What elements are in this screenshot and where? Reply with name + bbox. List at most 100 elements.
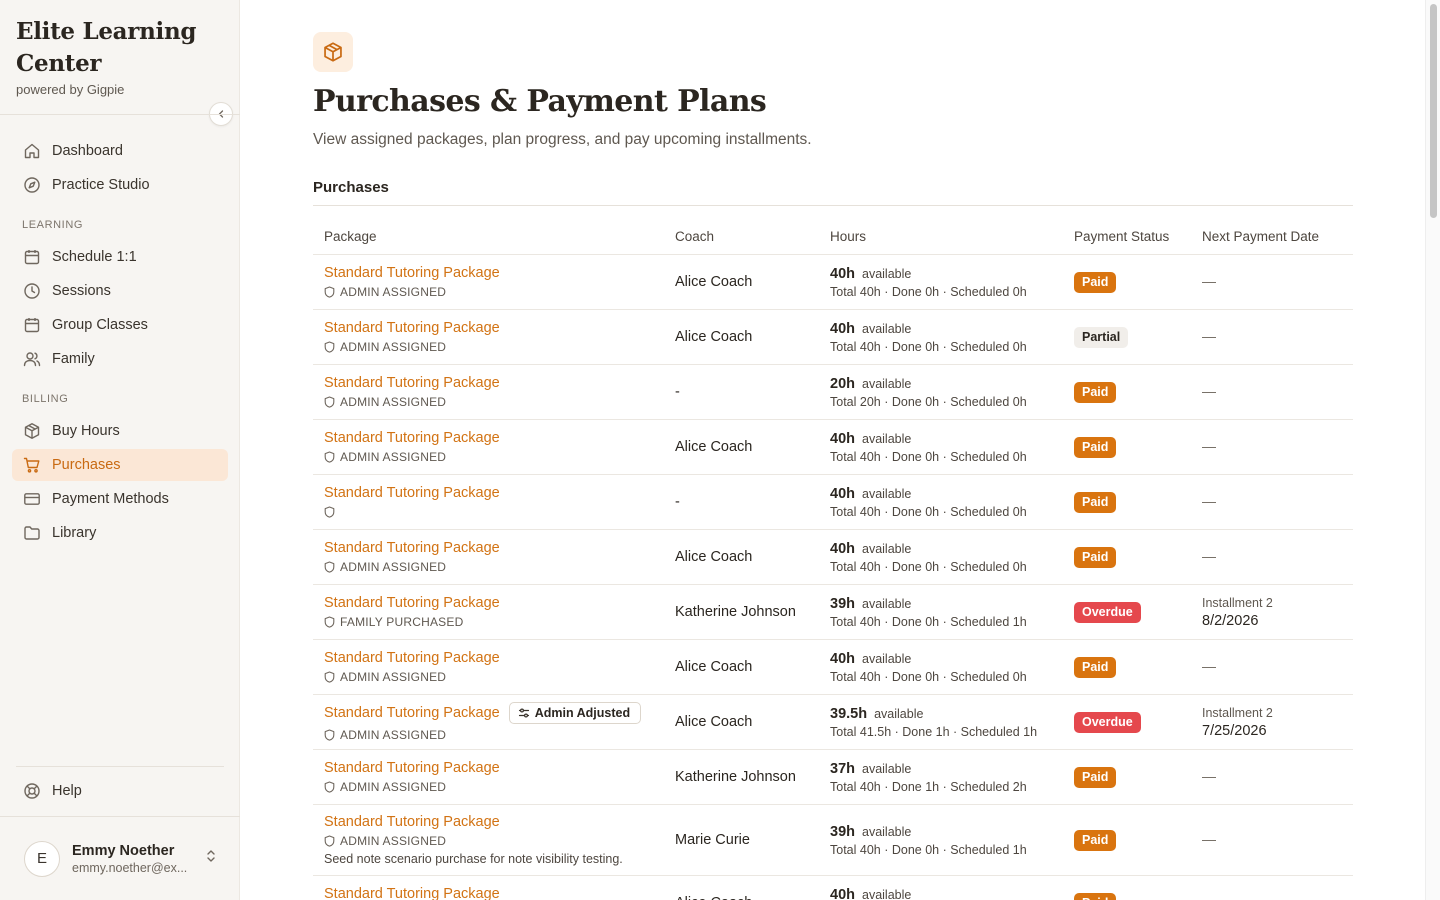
- package-source-label: ADMIN ASSIGNED: [340, 727, 447, 742]
- table-row[interactable]: Standard Tutoring Package ADMIN ASSIGNED…: [313, 876, 1353, 900]
- package-link[interactable]: Standard Tutoring Package: [324, 375, 500, 391]
- coach-cell: Katherine Johnson: [675, 769, 796, 785]
- table-row[interactable]: Standard Tutoring Package ADMIN ASSIGNED…: [313, 750, 1353, 805]
- package-link[interactable]: Standard Tutoring Package: [324, 430, 500, 446]
- table-row[interactable]: Standard Tutoring Package ADMIN ASSIGNED…: [313, 365, 1353, 420]
- package-cell: Standard Tutoring Package ADMIN ASSIGNED: [313, 375, 675, 409]
- table-row[interactable]: Standard Tutoring Package FAMILY PURCHAS…: [313, 585, 1353, 640]
- hours-available-line: 39.5h available: [830, 706, 1074, 722]
- hours-available-label: available: [874, 706, 924, 721]
- package-source: ADMIN ASSIGNED: [324, 833, 675, 848]
- hours-available-line: 40h available: [830, 266, 1074, 282]
- brand: Elite Learning Center powered by Gigpie: [16, 16, 216, 97]
- table-row[interactable]: Standard Tutoring Package ADMIN ASSIGNED…: [313, 310, 1353, 365]
- status-badge: Paid: [1074, 271, 1117, 293]
- sidebar-item-group-classes[interactable]: Group Classes: [12, 309, 228, 341]
- scrollbar-thumb[interactable]: [1430, 4, 1437, 218]
- sidebar-item-family[interactable]: Family: [12, 343, 228, 375]
- table-row[interactable]: Standard Tutoring Package ADMIN ASSIGNED…: [313, 255, 1353, 310]
- package-link[interactable]: Standard Tutoring Package: [324, 760, 500, 776]
- package-icon: [22, 421, 42, 441]
- admin-adjusted-label: Admin Adjusted: [534, 706, 631, 720]
- sidebar-item-sessions[interactable]: Sessions: [12, 275, 228, 307]
- coach-cell: Alice Coach: [675, 659, 753, 675]
- hours-cell: 40h available Total 40h · Done 0h · Sche…: [830, 431, 1074, 464]
- hours-available-label: available: [862, 266, 912, 281]
- package-cell: Standard Tutoring Package ADMIN ASSIGNED: [313, 430, 675, 464]
- scrollbar[interactable]: [1425, 0, 1440, 900]
- hours-available-label: available: [862, 321, 912, 336]
- hours-available: 37h: [830, 760, 855, 777]
- help-section: Help: [12, 775, 228, 809]
- sidebar-item-practice-studio[interactable]: Practice Studio: [12, 169, 228, 201]
- hours-available-label: available: [862, 596, 912, 611]
- package-source-label: ADMIN ASSIGNED: [340, 559, 447, 574]
- section-title: Purchases: [313, 179, 389, 196]
- package-link[interactable]: Standard Tutoring Package: [324, 595, 500, 611]
- hours-detail: Total 40h · Done 0h · Scheduled 0h: [830, 669, 1027, 684]
- home-icon: [22, 141, 42, 161]
- sidebar-item-schedule[interactable]: Schedule 1:1: [12, 241, 228, 273]
- table-row[interactable]: Standard Tutoring Package - 40h availabl…: [313, 475, 1353, 530]
- table-row[interactable]: Standard Tutoring Package ADMIN ASSIGNED…: [313, 420, 1353, 475]
- user-menu[interactable]: E Emmy Noether emmy.noether@ex...: [0, 816, 240, 900]
- package-line: Standard Tutoring Package: [324, 886, 675, 900]
- package-link[interactable]: Standard Tutoring Package: [324, 485, 500, 501]
- package-cell: Standard Tutoring Package: [313, 485, 675, 519]
- table-row[interactable]: Standard Tutoring Package ADMIN ASSIGNED…: [313, 640, 1353, 695]
- sidebar-item-payment-methods[interactable]: Payment Methods: [12, 483, 228, 515]
- user-name: Emmy Noether: [72, 842, 175, 859]
- coach-cell: Alice Coach: [675, 439, 753, 455]
- hours-cell: 39h available Total 40h · Done 0h · Sche…: [830, 824, 1074, 857]
- next-payment-date: —: [1202, 328, 1216, 344]
- hours-available: 39.5h: [830, 705, 868, 722]
- package-link[interactable]: Standard Tutoring Package: [324, 265, 500, 281]
- package-link[interactable]: Standard Tutoring Package: [324, 705, 500, 721]
- sidebar-item-help[interactable]: Help: [12, 775, 228, 807]
- sidebar-item-label: Family: [52, 351, 95, 367]
- column-header-coach: Coach: [675, 228, 715, 244]
- hours-cell: 40h available Total 40h · Done 0h · Sche…: [830, 651, 1074, 684]
- chevrons-up-down-icon[interactable]: [204, 848, 218, 869]
- sidebar-item-buy-hours[interactable]: Buy Hours: [12, 415, 228, 447]
- sidebar-item-purchases[interactable]: Purchases: [12, 449, 228, 481]
- hours-available-label: available: [862, 486, 912, 501]
- sidebar-divider: [0, 114, 240, 115]
- sidebar-item-dashboard[interactable]: Dashboard: [12, 135, 228, 167]
- users-icon: [22, 349, 42, 369]
- package-link[interactable]: Standard Tutoring Package: [324, 320, 500, 336]
- package-line: Standard Tutoring Package: [324, 595, 675, 611]
- hours-cell: 40h available Total 40h · Done 0h · Sche…: [830, 321, 1074, 354]
- next-payment-date: —: [1202, 383, 1216, 399]
- hours-detail: Total 40h · Done 1h · Scheduled 2h: [830, 779, 1027, 794]
- package-link[interactable]: Standard Tutoring Package: [324, 650, 500, 666]
- hours-cell: 39.5h available Total 41.5h · Done 1h · …: [830, 706, 1074, 739]
- sidebar-item-label: Payment Methods: [52, 491, 169, 507]
- status-badge: Paid: [1074, 766, 1117, 788]
- table-row[interactable]: Standard Tutoring Package ADMIN ASSIGNED…: [313, 530, 1353, 585]
- status-cell: Paid: [1074, 656, 1202, 678]
- package-source-label: FAMILY PURCHASED: [340, 614, 464, 629]
- sidebar: Elite Learning Center powered by Gigpie …: [0, 0, 240, 900]
- package-cell: Standard Tutoring Package ADMIN ASSIGNED: [313, 760, 675, 794]
- hours-detail: Total 20h · Done 0h · Scheduled 0h: [830, 394, 1027, 409]
- hours-available: 40h: [830, 650, 855, 667]
- package-link[interactable]: Standard Tutoring Package: [324, 886, 500, 900]
- hours-detail: Total 40h · Done 0h · Scheduled 0h: [830, 559, 1027, 574]
- next-payment-date: —: [1202, 273, 1216, 289]
- column-header-payment-status: Payment Status: [1074, 228, 1170, 244]
- hours-available-line: 39h available: [830, 824, 1074, 840]
- package-link[interactable]: Standard Tutoring Package: [324, 540, 500, 556]
- next-payment-cell: —: [1202, 548, 1353, 566]
- status-badge: Paid: [1074, 436, 1117, 458]
- package-line: Standard Tutoring Package: [324, 430, 675, 446]
- package-source-label: ADMIN ASSIGNED: [340, 284, 447, 299]
- hours-available: 40h: [830, 540, 855, 557]
- next-payment-cell: —: [1202, 273, 1353, 291]
- sidebar-item-library[interactable]: Library: [12, 517, 228, 549]
- hours-detail: Total 40h · Done 0h · Scheduled 0h: [830, 284, 1027, 299]
- table-row[interactable]: Standard Tutoring Package ADMIN ASSIGNED…: [313, 805, 1353, 876]
- hours-available: 39h: [830, 595, 855, 612]
- package-link[interactable]: Standard Tutoring Package: [324, 814, 500, 830]
- table-row[interactable]: Standard Tutoring Package Admin Adjusted…: [313, 695, 1353, 750]
